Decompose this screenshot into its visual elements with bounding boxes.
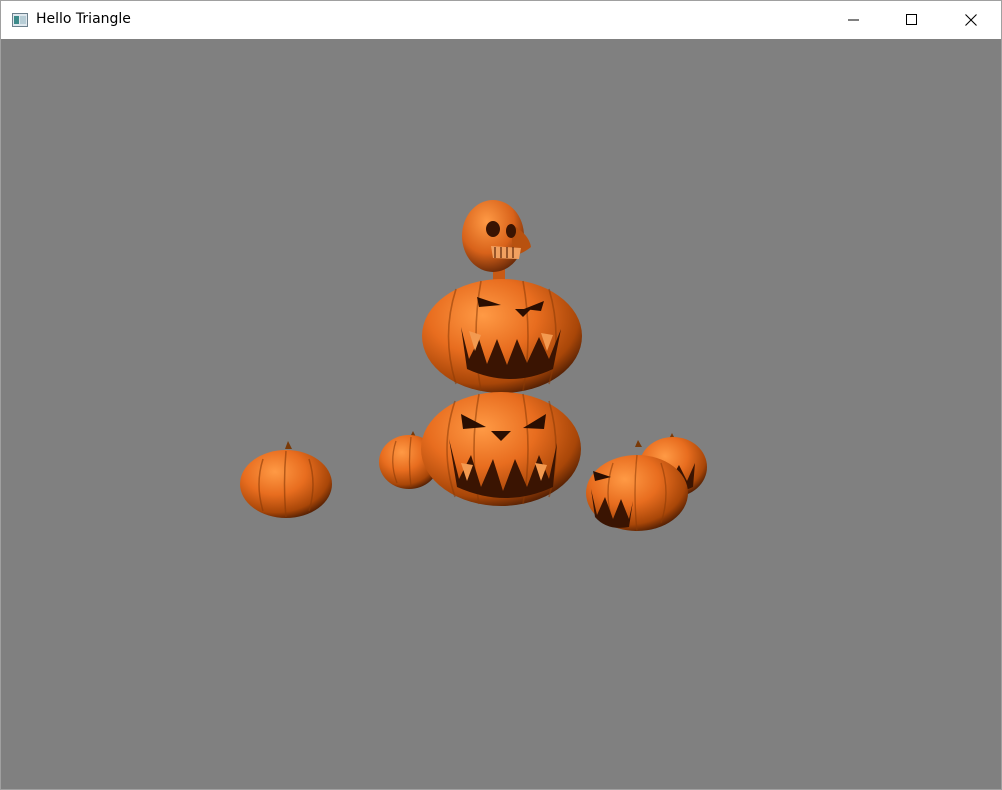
pumpkin-scene: [240, 200, 707, 532]
app-window-icon: [12, 12, 28, 27]
app-window: Hello Triangle: [0, 0, 1002, 790]
pumpkin-stack-top: [422, 279, 582, 393]
pumpkin-stack-bottom: [421, 392, 581, 506]
maximize-button[interactable]: [883, 1, 941, 39]
title-bar[interactable]: Hello Triangle: [1, 1, 1001, 39]
minimize-icon: [848, 11, 860, 30]
close-button[interactable]: [942, 1, 1000, 39]
maximize-icon: [906, 11, 918, 30]
close-icon: [965, 11, 977, 30]
render-viewport[interactable]: [1, 39, 1001, 789]
minimize-button[interactable]: [825, 1, 883, 39]
skull: [462, 200, 531, 281]
window-title: Hello Triangle: [36, 11, 131, 27]
pumpkin-left: [240, 441, 332, 518]
